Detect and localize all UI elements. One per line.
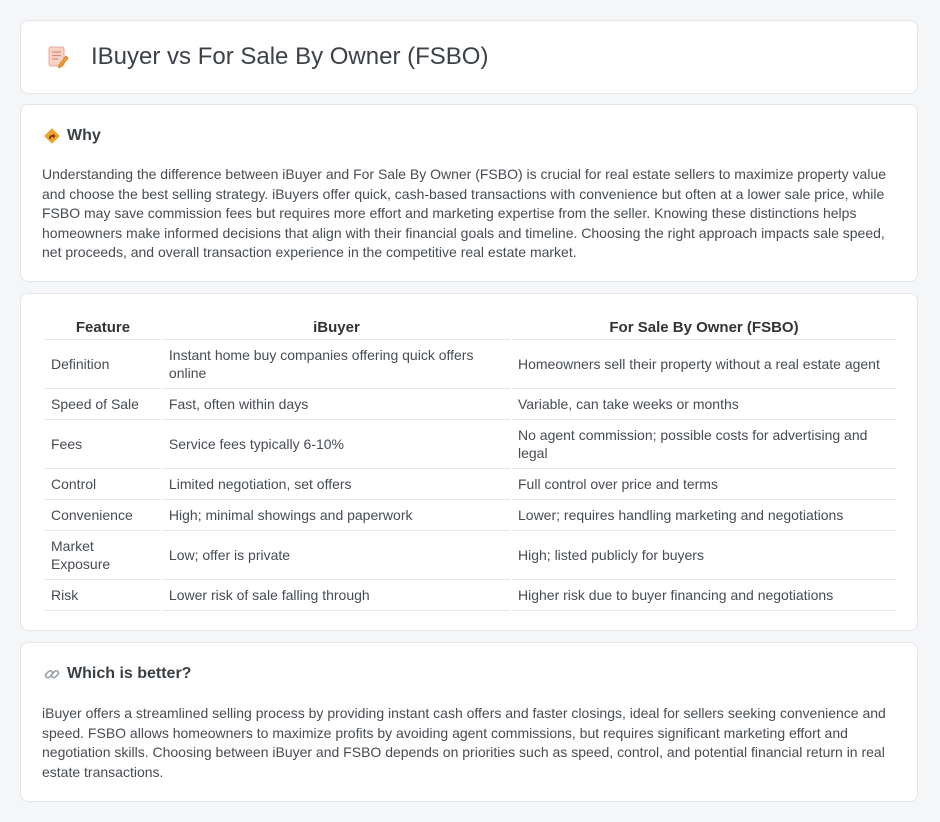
fsbo-cell: High; listed publicly for buyers (512, 531, 896, 580)
table-row: Risk Lower risk of sale falling through … (45, 580, 896, 611)
fsbo-cell: No agent commission; possible costs for … (512, 420, 896, 469)
fsbo-cell: Lower; requires handling marketing and n… (512, 500, 896, 531)
table-row: Definition Instant home buy companies of… (45, 340, 896, 389)
ibuyer-cell: Low; offer is private (162, 531, 510, 580)
ibuyer-cell: Instant home buy companies offering quic… (162, 340, 510, 389)
title-card: IBuyer vs For Sale By Owner (FSBO) (20, 20, 918, 94)
better-card: Which is better? iBuyer offers a streaml… (20, 642, 918, 802)
table-row: Speed of Sale Fast, often within days Va… (45, 389, 896, 420)
header-fsbo: For Sale By Owner (FSBO) (512, 315, 896, 340)
ibuyer-cell: Lower risk of sale falling through (162, 580, 510, 611)
comparison-table: Feature iBuyer For Sale By Owner (FSBO) … (43, 315, 898, 611)
fsbo-cell: Homeowners sell their property without a… (512, 340, 896, 389)
ibuyer-cell: Service fees typically 6-10% (162, 420, 510, 469)
feature-cell: Speed of Sale (45, 389, 161, 420)
link-icon (44, 669, 60, 679)
table-row: Control Limited negotiation, set offers … (45, 469, 896, 500)
feature-cell: Market Exposure (45, 531, 161, 580)
better-heading: Which is better? (67, 665, 192, 682)
page-title: IBuyer vs For Sale By Owner (FSBO) (91, 43, 489, 70)
table-header-row: Feature iBuyer For Sale By Owner (FSBO) (45, 315, 896, 340)
feature-cell: Fees (45, 420, 161, 469)
comparison-card: Feature iBuyer For Sale By Owner (FSBO) … (20, 293, 918, 631)
feature-cell: Risk (45, 580, 161, 611)
header-ibuyer: iBuyer (162, 315, 510, 340)
feature-cell: Definition (45, 340, 161, 389)
better-paragraph: iBuyer offers a streamlined selling proc… (42, 705, 886, 780)
why-heading: Why (67, 127, 101, 144)
fsbo-cell: Full control over price and terms (512, 469, 896, 500)
fsbo-cell: Variable, can take weeks or months (512, 389, 896, 420)
feature-cell: Control (45, 469, 161, 500)
table-row: Fees Service fees typically 6-10% No age… (45, 420, 896, 469)
feature-cell: Convenience (45, 500, 161, 531)
why-card: Why Understanding the difference between… (20, 104, 918, 282)
fsbo-cell: Higher risk due to buyer financing and n… (512, 580, 896, 611)
table-row: Convenience High; minimal showings and p… (45, 500, 896, 531)
why-paragraph: Understanding the difference between iBu… (42, 166, 887, 260)
why-heading-row: Why (43, 127, 101, 145)
ibuyer-cell: High; minimal showings and paperwork (162, 500, 510, 531)
better-heading-row: Which is better? (43, 665, 191, 683)
document-pen-icon (48, 46, 69, 69)
table-row: Market Exposure Low; offer is private Hi… (45, 531, 896, 580)
diamond-signpost-icon (44, 128, 60, 144)
ibuyer-cell: Fast, often within days (162, 389, 510, 420)
title-row: IBuyer vs For Sale By Owner (FSBO) (47, 43, 488, 71)
header-feature: Feature (45, 315, 161, 340)
ibuyer-cell: Limited negotiation, set offers (162, 469, 510, 500)
